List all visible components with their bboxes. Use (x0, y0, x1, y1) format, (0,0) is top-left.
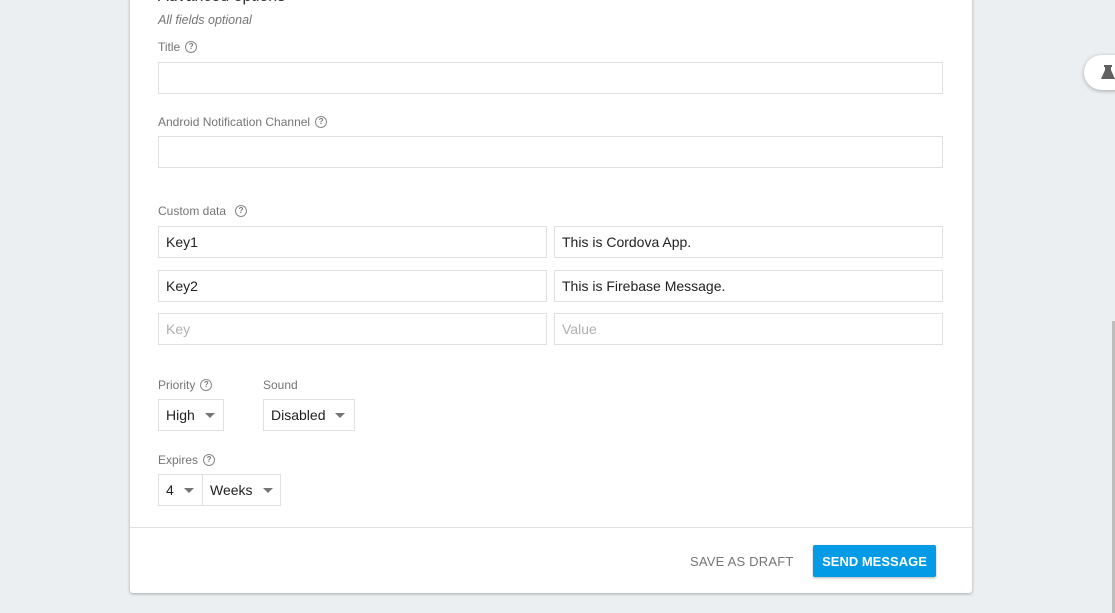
priority-label-text: Priority (158, 378, 196, 392)
expires-label: Expires ? (158, 453, 216, 467)
help-icon[interactable]: ? (185, 41, 198, 53)
priority-value: High (166, 407, 195, 423)
send-message-button[interactable]: SEND MESSAGE (813, 545, 936, 577)
sound-value: Disabled (271, 407, 326, 423)
custom-data-value-new[interactable] (554, 313, 943, 345)
dropdown-caret-icon (262, 487, 273, 493)
custom-data-key-1[interactable] (158, 226, 547, 258)
help-icon[interactable]: ? (235, 205, 248, 217)
custom-data-value-2[interactable] (554, 270, 943, 302)
save-as-draft-button[interactable]: SAVE AS DRAFT (680, 545, 804, 577)
android-channel-label-text: Android Notification Channel (158, 115, 311, 129)
expires-amount-select[interactable]: 4 (158, 474, 203, 506)
labs-button[interactable] (1084, 55, 1115, 90)
android-channel-label: Android Notification Channel ? (158, 115, 328, 129)
custom-data-value-1[interactable] (554, 226, 943, 258)
custom-data-label-text: Custom data (158, 204, 227, 218)
footer-divider (130, 527, 972, 528)
android-channel-input[interactable] (158, 136, 943, 168)
priority-select[interactable]: High (158, 399, 224, 431)
collapse-icon[interactable]: ⌃ (925, 0, 937, 5)
expires-amount-value: 4 (166, 482, 174, 498)
custom-data-key-new[interactable] (158, 313, 547, 345)
sound-label: Sound (263, 378, 298, 392)
dropdown-caret-icon (335, 412, 346, 418)
sound-label-text: Sound (263, 378, 298, 392)
section-subtitle: All fields optional (158, 13, 252, 27)
sound-select[interactable]: Disabled (263, 399, 355, 431)
flask-icon (1101, 65, 1115, 79)
section-heading: Advanced options (158, 0, 285, 6)
priority-label: Priority ? (158, 378, 213, 392)
expires-label-text: Expires (158, 453, 199, 467)
custom-data-label: Custom data ? (158, 204, 248, 218)
help-icon[interactable]: ? (200, 379, 213, 391)
title-label-text: Title (158, 40, 181, 54)
title-label: Title ? (158, 40, 198, 54)
dropdown-caret-icon (204, 412, 215, 418)
help-icon[interactable]: ? (315, 116, 328, 128)
help-icon[interactable]: ? (203, 454, 216, 466)
advanced-options-card: Advanced options ⌃ All fields optional T… (130, 0, 972, 593)
expires-unit-value: Weeks (210, 482, 253, 498)
custom-data-key-2[interactable] (158, 270, 547, 302)
dropdown-caret-icon (183, 487, 194, 493)
title-input[interactable] (158, 62, 943, 94)
expires-unit-select[interactable]: Weeks (202, 474, 281, 506)
